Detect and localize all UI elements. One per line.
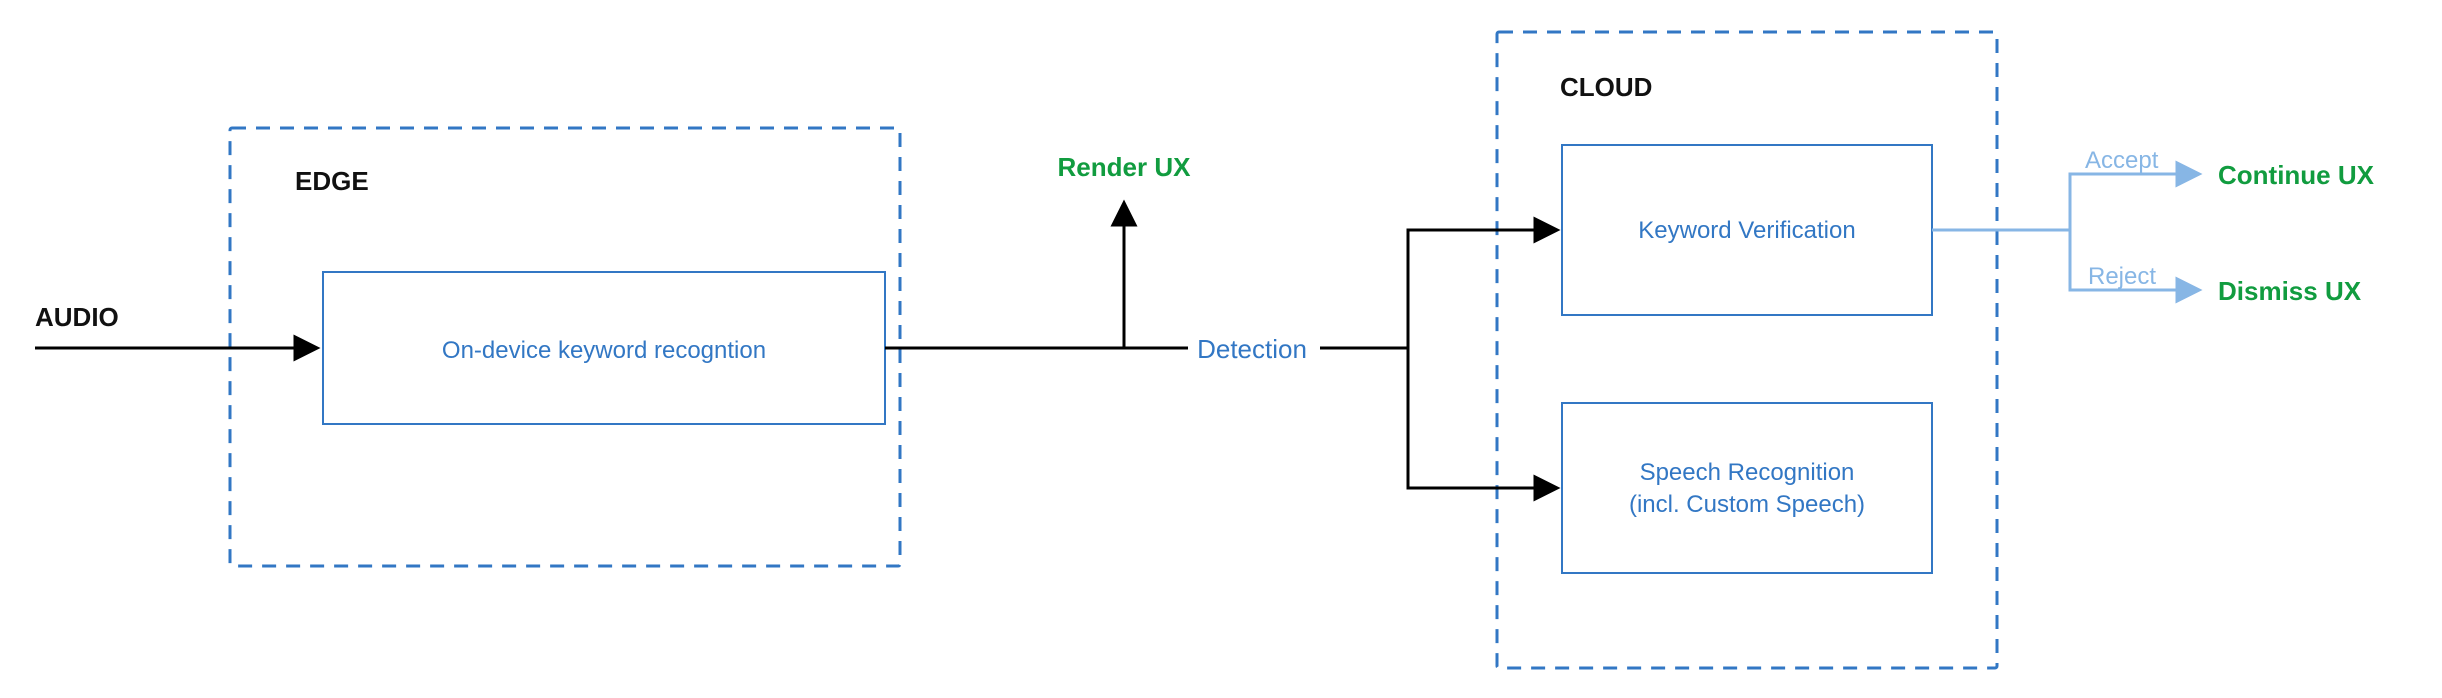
detection-label: Detection bbox=[1197, 334, 1307, 364]
continue-ux-label: Continue UX bbox=[2218, 160, 2375, 190]
on-device-keyword-recognition-label: On-device keyword recogntion bbox=[442, 337, 766, 364]
detection-to-kv-arrow bbox=[1320, 230, 1556, 348]
keyword-verification-label: Keyword Verification bbox=[1638, 217, 1855, 244]
accept-arrow bbox=[2070, 174, 2198, 230]
render-ux-label: Render UX bbox=[1058, 152, 1192, 182]
architecture-diagram: EDGE On-device keyword recogntion CLOUD … bbox=[0, 0, 2442, 698]
accept-label: Accept bbox=[2085, 147, 2159, 174]
edge-group-label: EDGE bbox=[295, 166, 369, 196]
audio-input-label: AUDIO bbox=[35, 302, 119, 332]
dismiss-ux-label: Dismiss UX bbox=[2218, 276, 2362, 306]
detection-to-sr-arrow bbox=[1408, 348, 1556, 488]
speech-recognition-box bbox=[1562, 403, 1932, 573]
cloud-group-label: CLOUD bbox=[1560, 72, 1652, 102]
speech-recognition-label-line1: Speech Recognition bbox=[1640, 459, 1855, 486]
speech-recognition-label-line2: (incl. Custom Speech) bbox=[1629, 491, 1865, 518]
reject-label: Reject bbox=[2088, 263, 2156, 290]
